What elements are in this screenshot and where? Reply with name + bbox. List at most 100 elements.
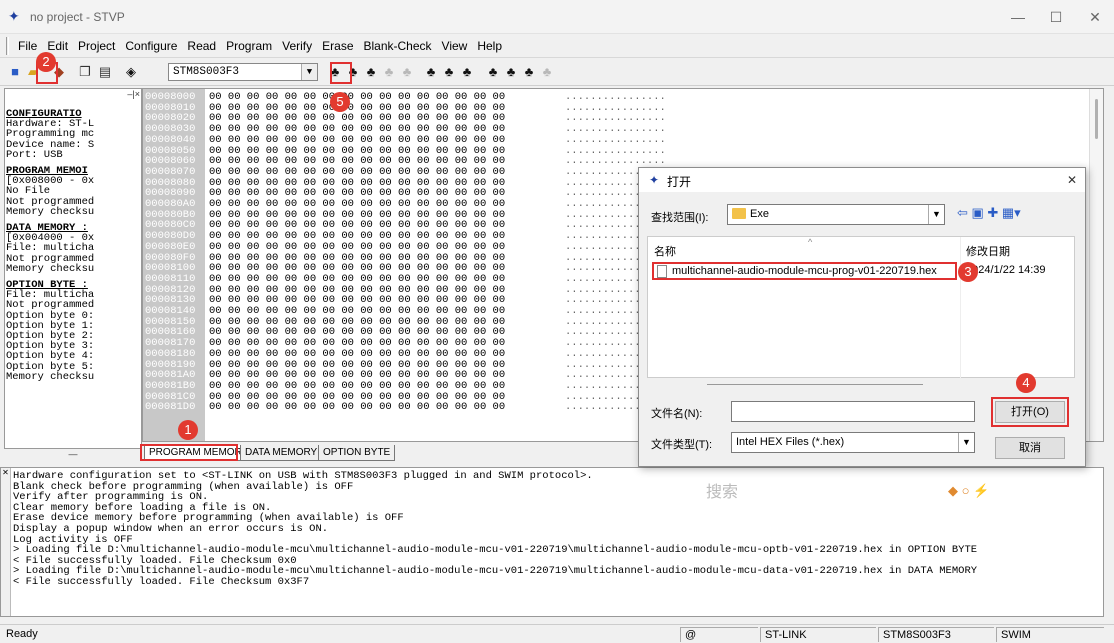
filetype-label: 文件类型(T): — [651, 439, 713, 451]
hex-bytes[interactable]: 00 00 00 00 00 00 00 00 00 00 00 00 00 0… — [209, 209, 505, 220]
chevron-down-icon[interactable]: ▼ — [958, 433, 974, 452]
hex-bytes[interactable]: 00 00 00 00 00 00 00 00 00 00 00 00 00 0… — [209, 124, 505, 135]
hex-bytes[interactable]: 00 00 00 00 00 00 00 00 00 00 00 00 00 0… — [209, 370, 505, 381]
hex-bytes[interactable]: 00 00 00 00 00 00 00 00 00 00 00 00 00 0… — [209, 327, 505, 338]
title-bar: ✦ no project - STVP — ☐ ✕ — [0, 0, 1114, 34]
dialog-close-icon[interactable]: ✕ — [1067, 173, 1077, 187]
hex-row[interactable]: 00008050 00 00 00 00 00 00 00 00 00 00 00… — [143, 145, 1083, 156]
copy-icon[interactable]: ❐ — [76, 63, 94, 81]
hex-bytes[interactable]: 00 00 00 00 00 00 00 00 00 00 00 00 00 0… — [209, 199, 505, 210]
hex-bytes[interactable]: 00 00 00 00 00 00 00 00 00 00 00 00 00 0… — [209, 338, 505, 349]
read-all-icon[interactable]: ♣ — [422, 63, 440, 81]
hex-bytes[interactable]: 00 00 00 00 00 00 00 00 00 00 00 00 00 0… — [209, 402, 505, 413]
hex-bytes[interactable]: 00 00 00 00 00 00 00 00 00 00 00 00 00 0… — [209, 177, 505, 188]
sort-arrow-icon: ^ — [808, 237, 813, 247]
hex-bytes[interactable]: 00 00 00 00 00 00 00 00 00 00 00 00 00 0… — [209, 102, 505, 113]
status-ready: Ready — [6, 628, 38, 640]
hex-row[interactable]: 00008010 00 00 00 00 00 00 00 00 00 00 00… — [143, 101, 1083, 114]
file-item[interactable]: multichannel-audio-module-mcu-prog-v01-2… — [652, 262, 957, 280]
menu-blank-check[interactable]: Blank-Check — [359, 34, 437, 58]
look-in-select[interactable]: Exe ▼ — [727, 204, 945, 225]
menu-read[interactable]: Read — [182, 34, 221, 58]
cancel-button[interactable]: 取消 — [995, 437, 1065, 459]
hex-row[interactable]: 00008030 00 00 00 00 00 00 00 00 00 00 00… — [143, 124, 1083, 135]
hex-row[interactable]: 00008040 00 00 00 00 00 00 00 00 00 00 00… — [143, 135, 1083, 146]
filename-input[interactable] — [731, 401, 975, 422]
hex-bytes[interactable]: 00 00 00 00 00 00 00 00 00 00 00 00 00 0… — [209, 156, 505, 167]
chevron-down-icon[interactable]: ▼ — [301, 64, 317, 80]
hex-bytes[interactable]: 00 00 00 00 00 00 00 00 00 00 00 00 00 0… — [209, 274, 505, 285]
hex-bytes[interactable]: 00 00 00 00 00 00 00 00 00 00 00 00 00 0… — [209, 231, 505, 242]
verify-icon[interactable]: ♣ — [362, 63, 380, 81]
hex-bytes[interactable]: 00 00 00 00 00 00 00 00 00 00 00 00 00 0… — [209, 135, 505, 146]
menu-configure[interactable]: Configure — [120, 34, 182, 58]
hex-bytes[interactable]: 00 00 00 00 00 00 00 00 00 00 00 00 00 0… — [209, 316, 505, 327]
filetype-select[interactable]: Intel HEX Files (*.hex) ▼ — [731, 432, 975, 453]
device-select[interactable]: STM8S003F3 ▼ — [168, 63, 318, 81]
menu-bar: File Edit Project Configure Read Program Verif… — [0, 34, 1114, 58]
stvp-window: ✦ no project - STVP — ☐ ✕ File Edit Projec… — [0, 0, 1114, 643]
step-badge-4: 4 — [1016, 373, 1036, 393]
minimize-button[interactable]: — — [1003, 6, 1033, 28]
hex-address: 000081D0 — [145, 401, 196, 414]
status-address: @ <0x008000> — [680, 627, 758, 642]
close-button[interactable]: ✕ — [1080, 6, 1110, 28]
hex-bytes[interactable]: 00 00 00 00 00 00 00 00 00 00 00 00 00 0… — [209, 188, 505, 199]
nav-icons[interactable]: ⇦ ▣ ✚ ▦▾ — [957, 205, 1021, 221]
panel-close-icon[interactable]: –|× — [127, 89, 140, 99]
column-name[interactable]: 名称 — [654, 243, 676, 259]
blank-check-icon[interactable]: ♣ — [398, 63, 416, 81]
menu-help[interactable]: Help — [472, 34, 507, 58]
hex-row[interactable]: 00008060 00 00 00 00 00 00 00 00 00 00 00… — [143, 156, 1083, 167]
hex-bytes[interactable]: 00 00 00 00 00 00 00 00 00 00 00 00 00 0… — [209, 391, 505, 402]
menu-verify[interactable]: Verify — [277, 34, 317, 58]
hex-bytes[interactable]: 00 00 00 00 00 00 00 00 00 00 00 00 00 0… — [209, 167, 505, 178]
hex-bytes[interactable]: 00 00 00 00 00 00 00 00 00 00 00 00 00 0… — [209, 349, 505, 360]
hex-bytes[interactable]: 00 00 00 00 00 00 00 00 00 00 00 00 00 0… — [209, 306, 505, 317]
hex-bytes[interactable]: 00 00 00 00 00 00 00 00 00 00 00 00 00 0… — [209, 359, 505, 370]
chevron-down-icon[interactable]: ▼ — [928, 205, 944, 224]
log-grip[interactable]: ✕ — [1, 468, 11, 616]
menu-program[interactable]: Program — [221, 34, 277, 58]
tool-icon-c[interactable]: ♣ — [520, 63, 538, 81]
menu-project[interactable]: Project — [73, 34, 120, 58]
hex-bytes[interactable]: 00 00 00 00 00 00 00 00 00 00 00 00 00 0… — [209, 252, 505, 263]
hex-address: 000081C0 — [145, 390, 196, 403]
file-list[interactable]: 名称 ^ 修改日期 multichannel-audio-module-mcu-… — [647, 236, 1075, 379]
menu-erase[interactable]: Erase — [317, 34, 358, 58]
hex-bytes[interactable]: 00 00 00 00 00 00 00 00 00 00 00 00 00 0… — [209, 220, 505, 231]
hex-address: 000080F0 — [145, 251, 196, 264]
hex-bytes[interactable]: 00 00 00 00 00 00 00 00 00 00 00 00 00 0… — [209, 284, 505, 295]
hex-bytes[interactable]: 00 00 00 00 00 00 00 00 00 00 00 00 00 0… — [209, 92, 505, 103]
panel-splitter[interactable]: — — [4, 448, 142, 462]
hex-ascii: ................ — [565, 101, 666, 114]
tool-icon-b[interactable]: ♣ — [502, 63, 520, 81]
hex-bytes[interactable]: 00 00 00 00 00 00 00 00 00 00 00 00 00 0… — [209, 295, 505, 306]
tool-icon-a[interactable]: ♣ — [484, 63, 502, 81]
highlight-program — [330, 62, 352, 84]
save-icon[interactable]: ■ — [6, 63, 24, 81]
erase-icon[interactable]: ♣ — [380, 63, 398, 81]
hex-row[interactable]: 00008000 00 00 00 00 00 00 00 00 00 00 00… — [143, 92, 1083, 103]
hex-address: 000080D0 — [145, 230, 196, 243]
menu-view[interactable]: View — [437, 34, 473, 58]
hex-address: 000081B0 — [145, 379, 196, 392]
paste-icon[interactable]: ▤ — [96, 63, 114, 81]
verify-all-icon[interactable]: ♣ — [458, 63, 476, 81]
scrollbar-track[interactable] — [707, 384, 923, 385]
program-all-icon[interactable]: ♣ — [440, 63, 458, 81]
hex-row[interactable]: 00008020 00 00 00 00 00 00 00 00 00 00 00… — [143, 113, 1083, 124]
column-date[interactable]: 修改日期 — [966, 243, 1010, 259]
hex-bytes[interactable]: 00 00 00 00 00 00 00 00 00 00 00 00 00 0… — [209, 145, 505, 156]
tool-icon-d[interactable]: ♣ — [538, 63, 556, 81]
hex-bytes[interactable]: 00 00 00 00 00 00 00 00 00 00 00 00 00 0… — [209, 242, 505, 253]
hex-scrollbar[interactable] — [1089, 89, 1103, 441]
hex-bytes[interactable]: 00 00 00 00 00 00 00 00 00 00 00 00 00 0… — [209, 381, 505, 392]
tab-option-byte[interactable]: OPTION BYTE — [318, 445, 396, 461]
log-line: Verify after programming is ON. — [13, 491, 209, 504]
hex-bytes[interactable]: 00 00 00 00 00 00 00 00 00 00 00 00 00 0… — [209, 263, 505, 274]
maximize-button[interactable]: ☐ — [1041, 6, 1071, 28]
hex-bytes[interactable]: 00 00 00 00 00 00 00 00 00 00 00 00 00 0… — [209, 113, 505, 124]
scroll-thumb[interactable] — [1095, 99, 1098, 139]
tab-data-memory[interactable]: DATA MEMORY — [240, 445, 323, 461]
